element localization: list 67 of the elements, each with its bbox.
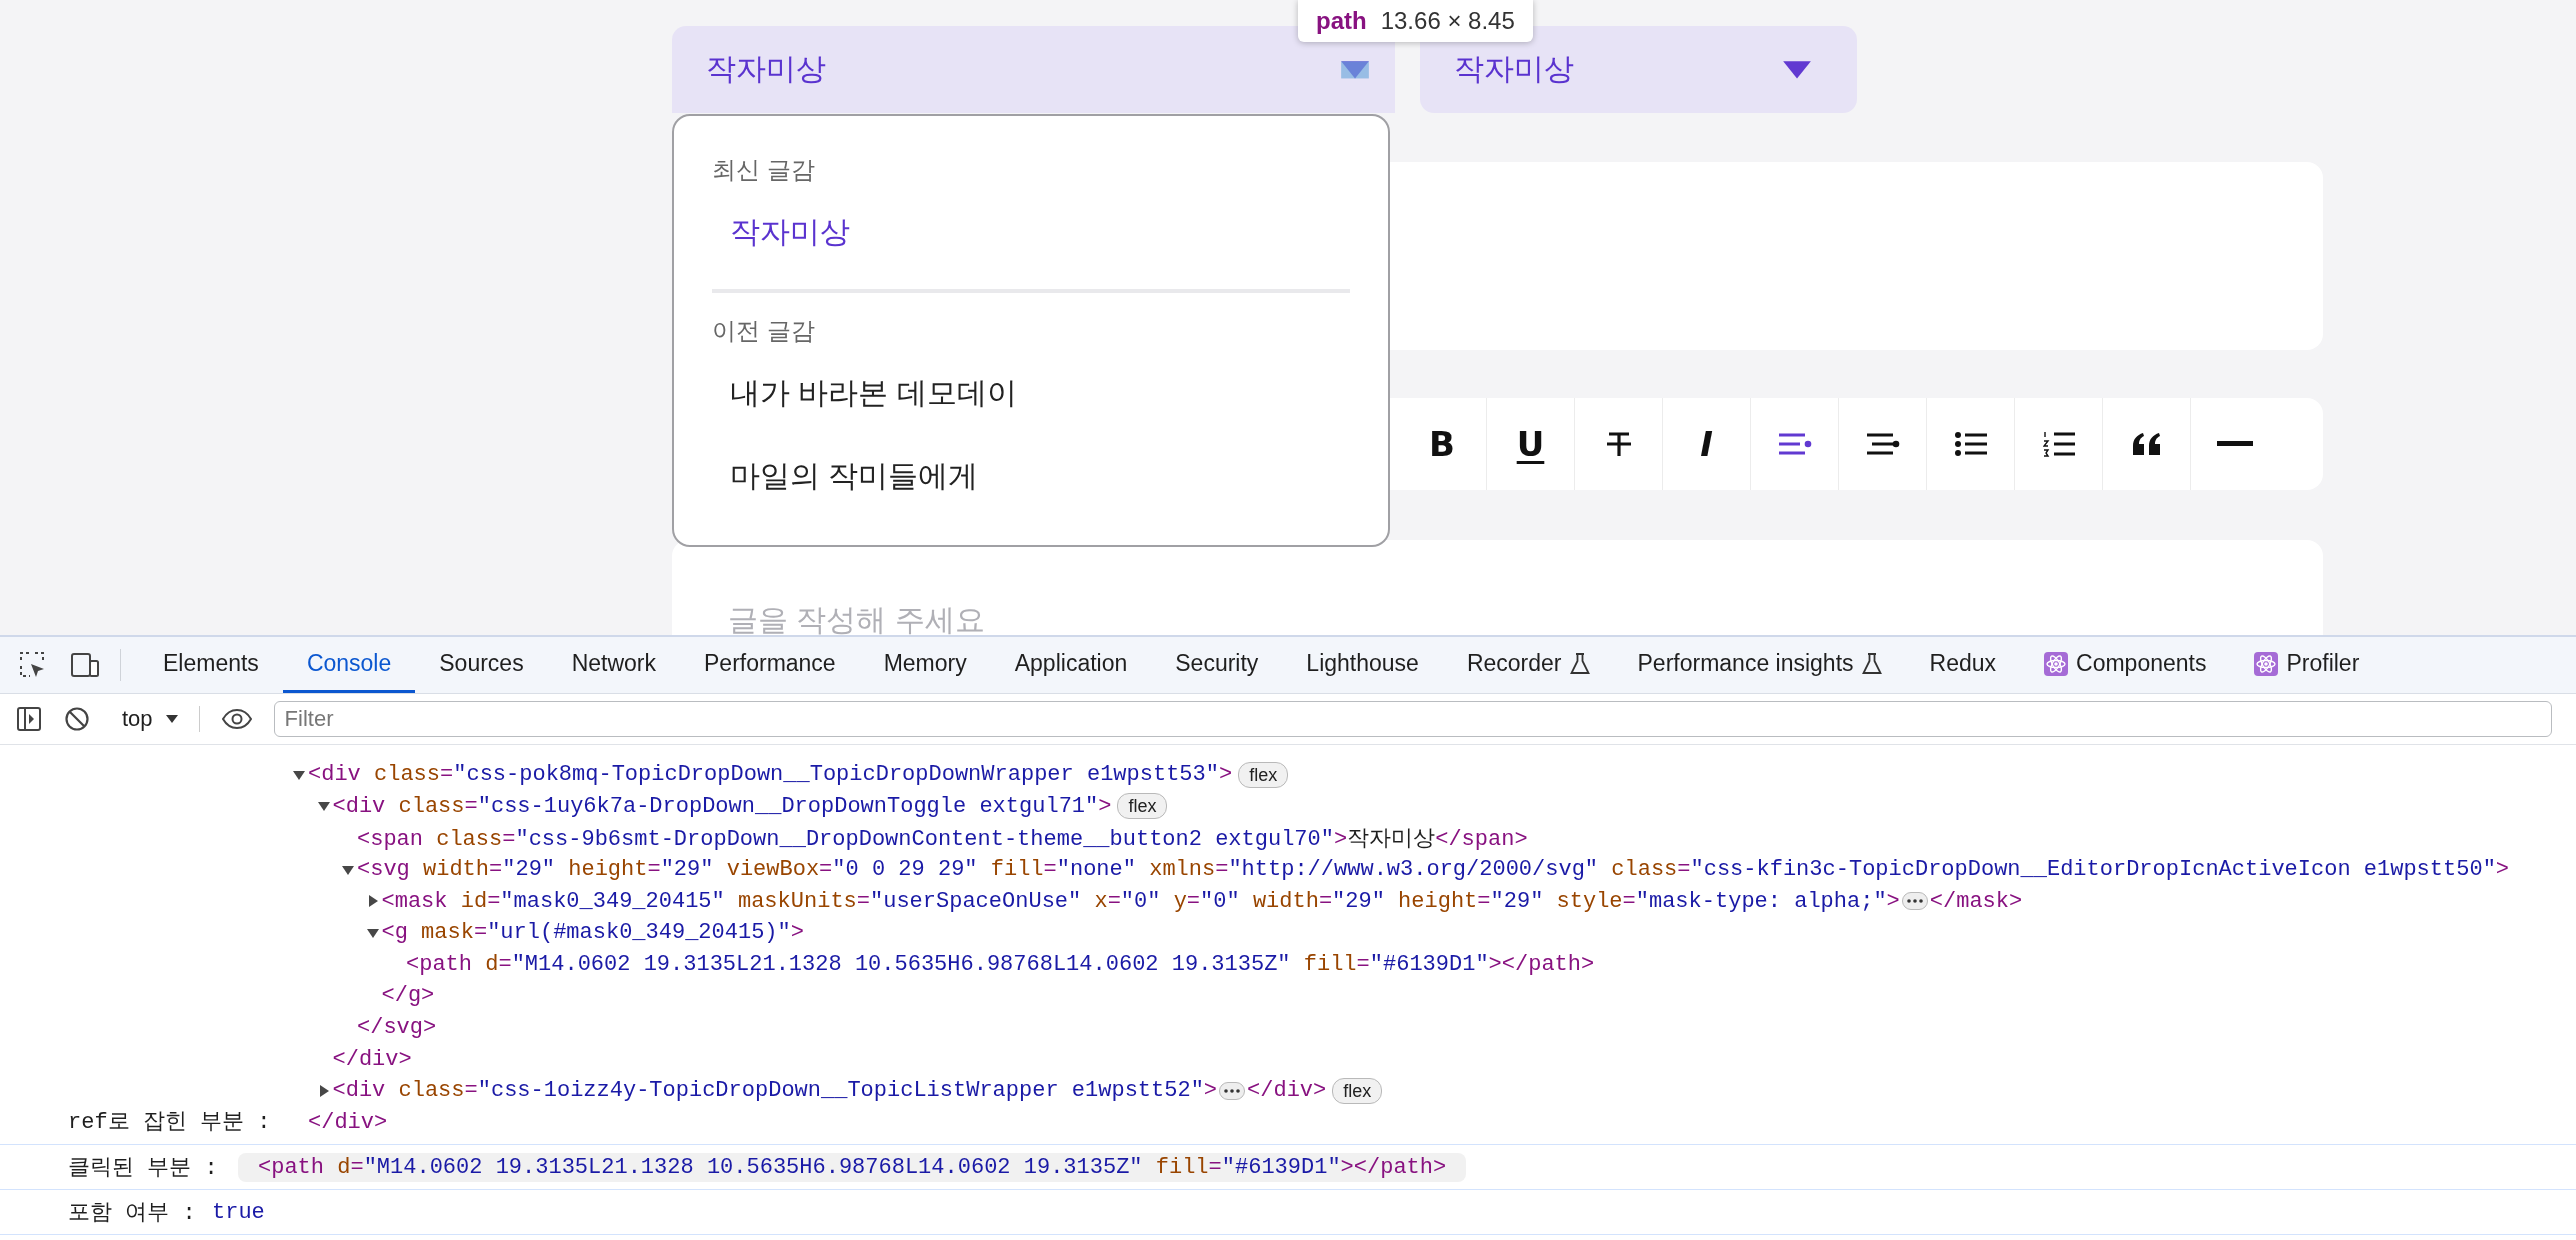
code-line: </div> — [1247, 1078, 1327, 1104]
code-line: <path d="M14.0602 19.3135L21.1328 10.5635H6.98768L14.0602 19.3135Z" fill="#6139D1"></path> — [406, 951, 1595, 977]
ellipsis-button[interactable] — [1901, 892, 1928, 911]
menu-item[interactable]: 작자미상 — [712, 186, 1350, 269]
devtools-tab[interactable]: Components — [2020, 637, 2231, 693]
code-line: <div class="css-pok8mq-TopicDropDown__TopicDropDownWrapper e1wpstt53"> — [308, 762, 1233, 788]
devtools-tab[interactable]: Memory — [859, 637, 991, 693]
code-line: </g> — [381, 983, 435, 1009]
atom-icon — [2254, 651, 2279, 676]
log-label: 클릭된 부분 : — [68, 1155, 219, 1183]
strikethrough-icon — [1605, 430, 1632, 458]
quote-icon — [2131, 433, 2162, 455]
eye-icon[interactable] — [221, 709, 252, 729]
sidebar-toggle-icon[interactable] — [16, 706, 42, 732]
flask-icon — [1861, 652, 1882, 675]
numbered-list-icon — [2042, 431, 2075, 457]
code-line: </svg> — [357, 1015, 437, 1041]
underline-button[interactable]: U — [1486, 398, 1574, 490]
flex-badge[interactable]: flex — [1238, 761, 1289, 788]
code-line: </mask> — [1929, 888, 2023, 914]
code-line: <path d="M14.0602 19.3135L21.1328 10.5635H6.98768L14.0602 19.3135Z" fill="#6139D1"></path> — [238, 1152, 1467, 1182]
devtools-tab[interactable]: Console — [282, 637, 416, 693]
code-line: <svg width="29" height="29" viewBox="0 0 29 29" fill="none" xmlns="http://www.w3.org/2000/svg" class="css-kfin3c-TopicDropDown__EditorDropIcnActiveIcon e1wpstt50"> — [357, 857, 2510, 883]
devtools-tab[interactable]: Performance insights — [1613, 637, 1906, 693]
devtools-tab[interactable]: Security — [1151, 637, 1283, 693]
code-line: <div class="css-1oizz4y-TopicDropDown__TopicListWrapper e1wpstt52"> — [332, 1078, 1218, 1104]
bold-button[interactable]: B — [1398, 398, 1486, 490]
code-line: <div class="css-1uy6k7a-DropDown__DropDownToggle extgul71"> — [332, 793, 1112, 819]
menu-item[interactable]: 마일의 작미들에게 — [712, 430, 1350, 513]
log-label: ref로 잡힌 부분 : — [68, 1108, 272, 1137]
devtools-tab[interactable]: Elements — [139, 637, 283, 693]
log-value: true — [212, 1199, 265, 1225]
devtools-tab[interactable]: Sources — [415, 637, 548, 693]
log-label: 포함 여부 : — [68, 1200, 197, 1228]
clear-console-icon[interactable] — [64, 706, 90, 732]
ellipsis-icon — [1906, 899, 1923, 904]
devtools-tab[interactable]: Network — [547, 637, 680, 693]
code-line: <span class="css-9b6smt-DropDown__DropDownContent-theme__button2 extgul70">작자미상</span> — [357, 826, 1528, 853]
filter-field[interactable]: Filter — [273, 701, 2552, 737]
context-selector[interactable]: top — [112, 706, 200, 732]
align-right-icon — [1865, 432, 1900, 456]
device-toolbar-icon[interactable] — [70, 652, 100, 678]
menu-heading: 이전 글감 — [712, 316, 816, 346]
code-line: <mask id="mask0_349_20415" maskUnits="userSpaceOnUse" x="0" y="0" width="29" height="29" style="mask-type: alpha;"> — [381, 888, 1900, 914]
flex-badge[interactable]: flex — [1117, 793, 1168, 820]
caret-icon — [164, 714, 179, 724]
devtools-tab[interactable]: Redux — [1905, 637, 2021, 693]
ellipsis-button[interactable] — [1219, 1081, 1246, 1100]
code-line: <g mask="url(#mask0_349_20415)"> — [381, 920, 804, 946]
code-line: </div> — [332, 1046, 412, 1072]
devtools-tab[interactable]: Application — [990, 637, 1152, 693]
ellipsis-icon — [1224, 1088, 1241, 1093]
bullet-list-icon — [1954, 432, 1987, 456]
editor-field[interactable]: 글을 작성해 주세요 — [728, 600, 1328, 635]
devtools-tab[interactable]: Performance — [680, 637, 860, 693]
flask-icon — [1569, 652, 1590, 675]
devtools-tab[interactable]: Recorder — [1442, 637, 1614, 693]
inspect-element-icon[interactable] — [18, 651, 46, 679]
menu-heading: 최신 글감 — [712, 155, 816, 185]
align-left-icon — [1777, 432, 1812, 456]
atom-icon — [2044, 651, 2069, 676]
devtools-tab[interactable]: Profiler — [2230, 637, 2384, 693]
menu-item[interactable]: 내가 바라본 데모데이 — [712, 347, 1350, 430]
devtools-tab[interactable]: Lighthouse — [1282, 637, 1443, 693]
italic-button[interactable]: I — [1662, 398, 1750, 490]
code-line: </div> — [308, 1109, 388, 1135]
flex-badge[interactable]: flex — [1332, 1077, 1383, 1104]
